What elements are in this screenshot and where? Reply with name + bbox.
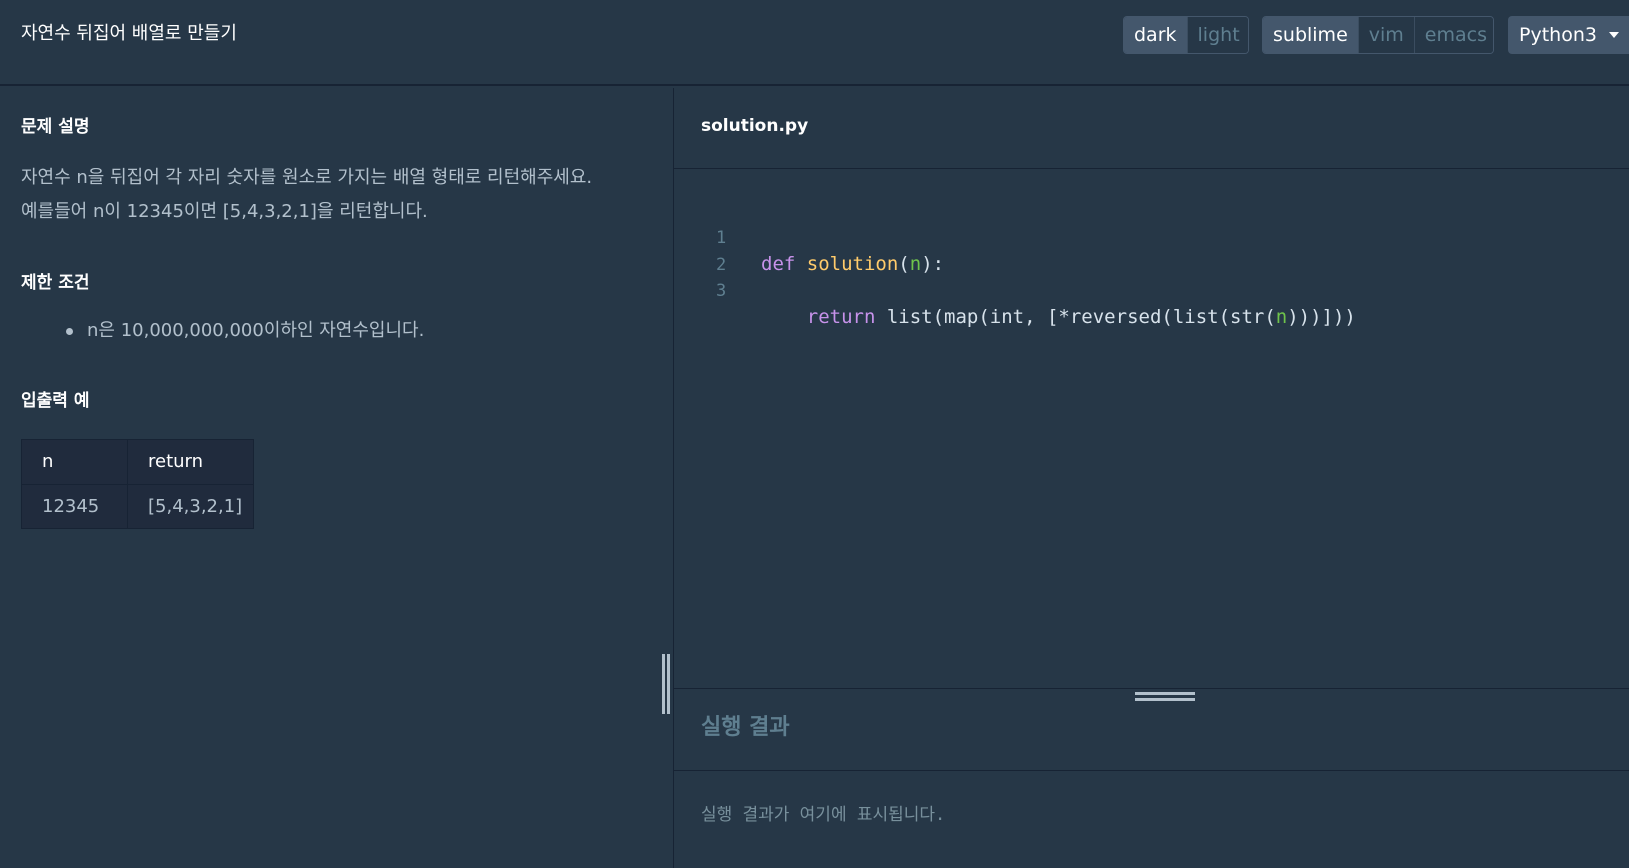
keymap-option-vim[interactable]: vim: [1357, 17, 1414, 53]
table-row: 12345 [5,4,3,2,1]: [21, 483, 254, 529]
code-keyword: def: [761, 253, 796, 275]
code-argument: n: [909, 253, 922, 275]
result-separator: [674, 770, 1629, 771]
language-select-value: Python3: [1519, 24, 1597, 46]
code-paren-close: ):: [921, 253, 945, 275]
constraints-heading: 제한 조건: [21, 273, 90, 293]
top-header: 자연수 뒤집어 배열로 만들기 dark light sublime vim e…: [0, 0, 1629, 86]
theme-option-dark[interactable]: dark: [1124, 17, 1187, 53]
code-argument: n: [1275, 306, 1288, 328]
table-header-n: n: [21, 439, 128, 485]
file-name: solution.py: [701, 116, 809, 136]
result-output: 실행 결과가 여기에 표시됩니다.: [701, 805, 946, 825]
file-tab: solution.py: [674, 88, 1629, 169]
language-select[interactable]: Python3: [1508, 16, 1629, 54]
code-paren-open: (: [898, 253, 910, 275]
examples-heading: 입출력 예: [21, 391, 90, 411]
description-line-1: 자연수 n을 뒤집어 각 자리 숫자를 원소로 가지는 배열 형태로 리턴해주세…: [21, 167, 593, 188]
table-header-row: n return: [21, 439, 254, 485]
description-heading: 문제 설명: [21, 117, 90, 137]
code-line-2: 2: [674, 226, 743, 275]
table-cell-return: [5,4,3,2,1]: [127, 483, 254, 529]
constraint-item: n은 10,000,000,000이하인 자연수입니다.: [87, 320, 425, 341]
theme-option-light[interactable]: light: [1186, 17, 1248, 53]
horizontal-resize-handle[interactable]: [1135, 689, 1195, 705]
table-cell-n: 12345: [21, 483, 128, 529]
problem-panel: 문제 설명 자연수 n을 뒤집어 각 자리 숫자를 원소로 가지는 배열 형태로…: [0, 88, 673, 868]
table-header-return: return: [127, 439, 254, 485]
code-editor[interactable]: 1 def solution(n): 2 3 return list(map(i…: [674, 170, 1629, 688]
keymap-toggle: sublime vim emacs: [1262, 16, 1494, 54]
page-title: 자연수 뒤집어 배열로 만들기: [21, 23, 237, 44]
line-number: 3: [716, 281, 727, 301]
keymap-option-sublime[interactable]: sublime: [1263, 17, 1358, 53]
chevron-down-icon: [1609, 32, 1619, 38]
theme-toggle: dark light: [1123, 16, 1249, 54]
code-text: list(map(int, [*reversed(list(str(: [875, 306, 1276, 328]
description-line-2: 예를들어 n이 12345이면 [5,4,3,2,1]을 리턴합니다.: [21, 201, 428, 222]
editor-panel: solution.py 1 def solution(n): 2 3 retur…: [673, 88, 1629, 868]
keymap-option-emacs[interactable]: emacs: [1413, 17, 1493, 53]
result-title: 실행 결과: [701, 715, 790, 740]
code-keyword: return: [806, 306, 876, 328]
code-line-1: 1 def solution(n):: [674, 199, 944, 275]
bullet-icon: [66, 328, 73, 335]
code-function-name: solution: [806, 253, 899, 275]
code-text: )))])): [1287, 306, 1356, 328]
examples-table: n return 12345 [5,4,3,2,1]: [21, 439, 254, 529]
code-line-3: 3 return list(map(int, [*reversed(list(s…: [674, 252, 1356, 328]
vertical-resize-handle[interactable]: [660, 654, 672, 714]
